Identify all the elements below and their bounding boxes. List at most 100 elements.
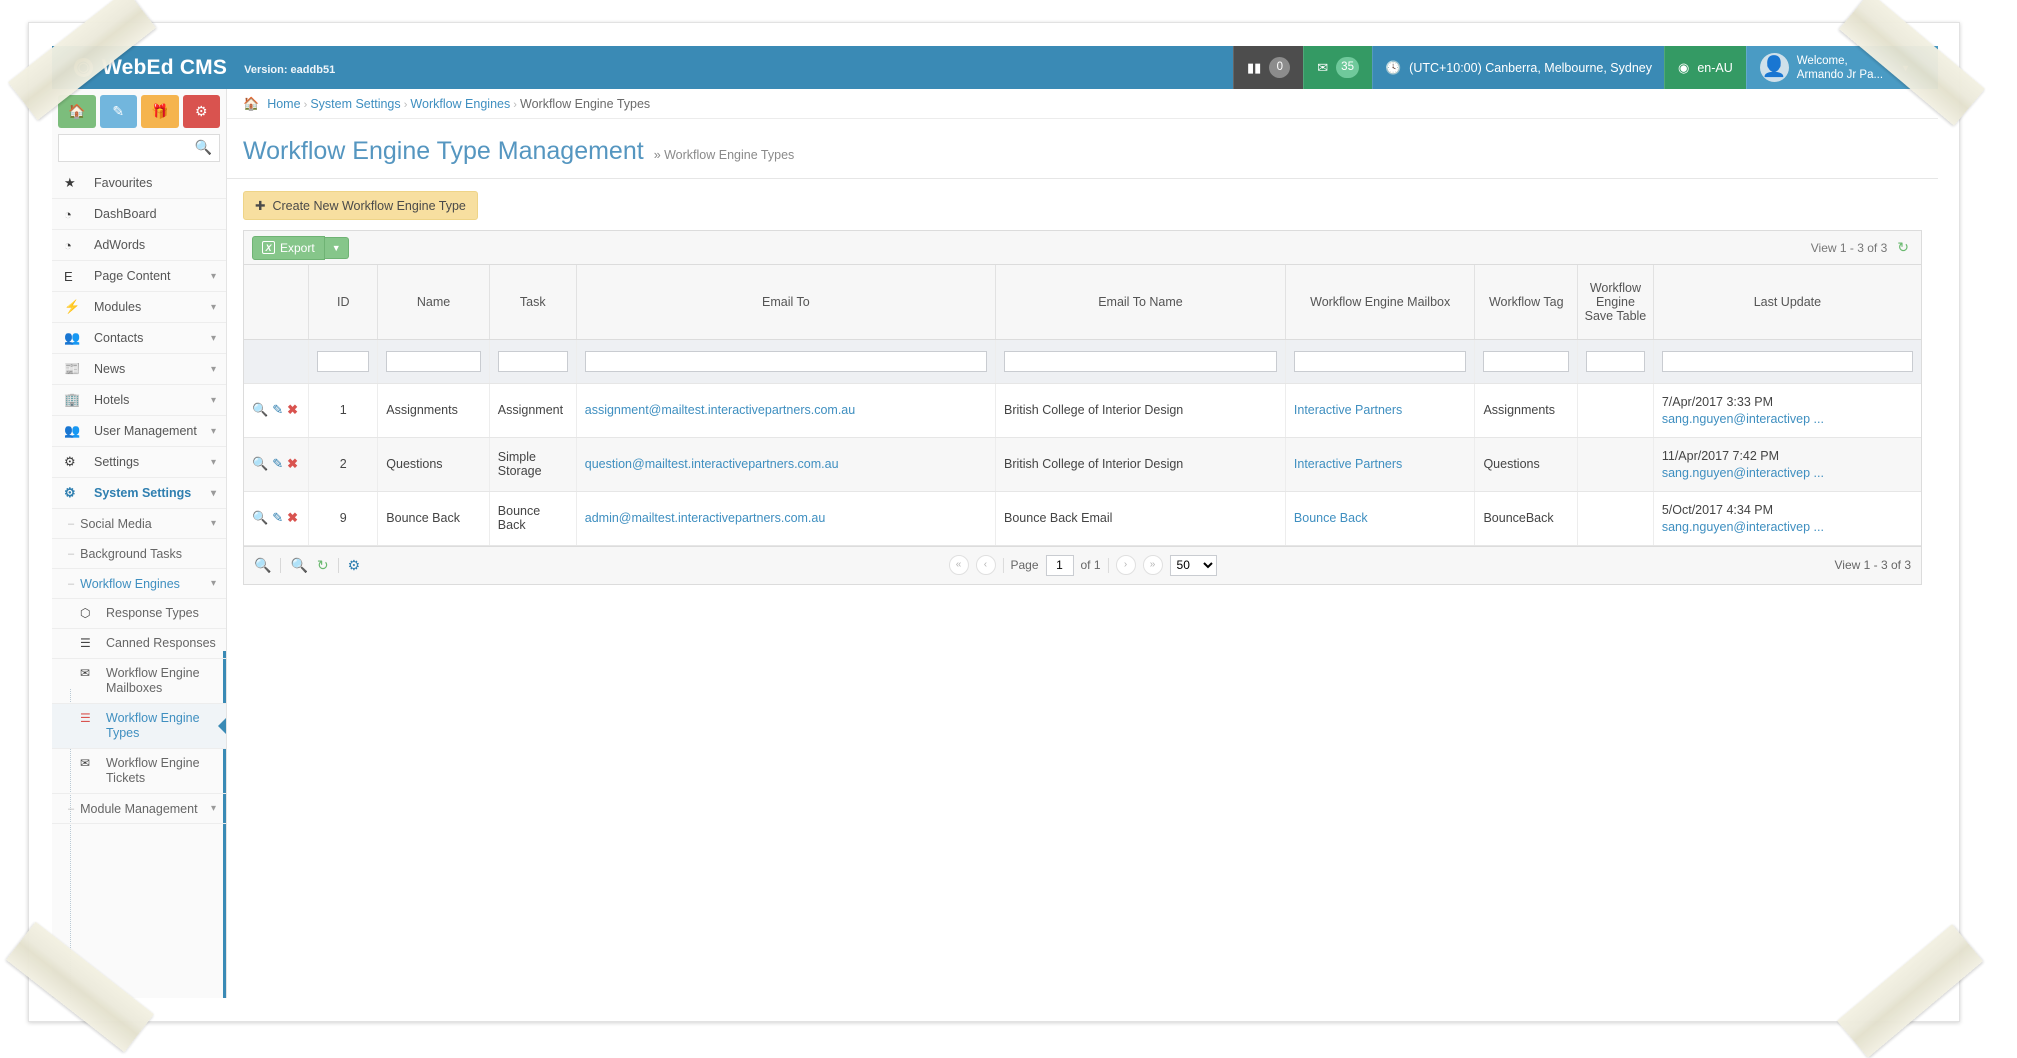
column-header-task[interactable]: Task (489, 265, 576, 339)
column-header-actions[interactable] (244, 265, 309, 339)
sidebar-item-contacts[interactable]: 👥Contacts▾ (52, 323, 226, 354)
mailbox-link[interactable]: Bounce Back (1294, 511, 1368, 525)
column-header-email-to-name[interactable]: Email To Name (996, 265, 1286, 339)
column-header-name[interactable]: Name (378, 265, 490, 339)
page-of-label: of 1 (1081, 558, 1101, 572)
cell-last-update: 11/Apr/2017 7:42 PMsang.nguyen@interacti… (1653, 437, 1921, 491)
close-icon[interactable]: ✖ (287, 456, 298, 471)
export-label: Export (280, 241, 315, 255)
sidebar-leaf-workflow-engine-types[interactable]: ☰Workflow Engine Types (52, 704, 226, 749)
column-header-last-update[interactable]: Last Update (1653, 265, 1921, 339)
sidebar-item-hotels[interactable]: 🏢Hotels▾ (52, 385, 226, 416)
mailbox-link[interactable]: Interactive Partners (1294, 403, 1402, 417)
search-icon[interactable]: 🔍 (195, 139, 212, 156)
home-tile[interactable]: 🏠 (58, 95, 96, 128)
page-label: Page (1010, 558, 1038, 572)
sidebar-item-news[interactable]: 📰News▾ (52, 354, 226, 385)
star-icon: ★ (64, 175, 86, 191)
timezone-display[interactable]: 🕓 (UTC+10:00) Canberra, Melbourne, Sydne… (1372, 46, 1664, 89)
sidebar-item-user-management[interactable]: 👥User Management▾ (52, 416, 226, 447)
export-dropdown-toggle[interactable]: ▼ (325, 237, 349, 259)
close-icon[interactable]: ✖ (287, 402, 298, 417)
sidebar-subitem-workflow-engines[interactable]: –Workflow Engines▾ (52, 569, 226, 599)
sidebar-leaf-label: Response Types (100, 606, 218, 621)
column-header-workflow-engine-save-table[interactable]: Workflow Engine Save Table (1578, 265, 1654, 339)
close-icon[interactable]: ✖ (287, 510, 298, 525)
edit-tile[interactable]: ✎ (100, 95, 138, 128)
filter-input-name[interactable] (386, 351, 481, 372)
filter-input-email-to[interactable] (585, 351, 987, 372)
pencil-icon[interactable]: ✎ (272, 402, 283, 417)
mail-button[interactable]: ✉ 35 (1303, 46, 1372, 89)
sidebar-item-modules[interactable]: ⚡Modules▾ (52, 292, 226, 323)
sidebar-item-favourites[interactable]: ★Favourites (52, 168, 226, 199)
refresh-icon[interactable]: ↻ (317, 557, 329, 574)
sidebar-leaf-canned-responses[interactable]: ☰Canned Responses (52, 629, 226, 659)
pencil-icon[interactable]: ✎ (272, 456, 283, 471)
filter-input-task[interactable] (498, 351, 568, 372)
export-button[interactable]: X Export (252, 236, 325, 260)
page-size-select[interactable]: 102050100 (1170, 555, 1217, 576)
pencil-icon: ✎ (112, 103, 124, 120)
column-header-workflow-engine-mailbox[interactable]: Workflow Engine Mailbox (1285, 265, 1475, 339)
sidebar-subitem-module-management[interactable]: –Module Management▾ (52, 794, 226, 824)
prev-page-button[interactable]: ‹ (975, 555, 995, 575)
filter-input-workflow-engine-save-table[interactable] (1586, 351, 1645, 372)
sidebar-leaf-workflow-engine-tickets[interactable]: ✉Workflow Engine Tickets (52, 749, 226, 794)
table-row[interactable]: 🔍✎✖9Bounce BackBounce Backadmin@mailtest… (244, 491, 1921, 545)
cell-name: Bounce Back (378, 491, 490, 545)
messages-button[interactable]: ▮▮ 0 (1233, 46, 1303, 89)
table-row[interactable]: 🔍✎✖2QuestionsSimple Storagequestion@mail… (244, 437, 1921, 491)
search-icon[interactable]: 🔍 (252, 456, 268, 471)
sidebar-leaf-workflow-engine-mailboxes[interactable]: ✉Workflow Engine Mailboxes (52, 659, 226, 704)
zoom-icon[interactable]: 🔍 (254, 557, 271, 574)
sidebar-item-adwords[interactable]: ◔AdWords (52, 230, 226, 261)
settings-tile[interactable]: ⚙ (183, 95, 221, 128)
search-icon[interactable]: 🔍 (252, 402, 268, 417)
table-row[interactable]: 🔍✎✖1AssignmentsAssignmentassignment@mail… (244, 383, 1921, 437)
sidebar-nav: ★Favourites◔DashBoard◔AdWords὜EPage Cont… (52, 168, 226, 824)
package-tile[interactable]: 🎁 (141, 95, 179, 128)
page-number-input[interactable] (1046, 555, 1074, 576)
chevron-down-icon: ▾ (211, 364, 216, 375)
sidebar-item-page-content[interactable]: ὜EPage Content▾ (52, 261, 226, 292)
sidebar-item-settings[interactable]: ⚙Settings▾ (52, 447, 226, 478)
filter-input-workflow-engine-mailbox[interactable] (1294, 351, 1467, 372)
last-page-button[interactable]: » (1143, 555, 1163, 575)
filter-input-workflow-tag[interactable] (1483, 351, 1569, 372)
column-header-workflow-tag[interactable]: Workflow Tag (1475, 265, 1578, 339)
cell-name: Questions (378, 437, 490, 491)
topbar-right-group: ▮▮ 0 ✉ 35 🕓 (UTC+10:00) Canberra, Melbou… (1233, 46, 1938, 89)
column-header-email-to[interactable]: Email To (576, 265, 995, 339)
first-page-button[interactable]: « (948, 555, 968, 575)
chevron-down-icon: ▾ (211, 457, 216, 468)
breadcrumb-item-home[interactable]: Home (267, 97, 300, 111)
filter-cell (1285, 339, 1475, 383)
last-update-user: sang.nguyen@interactivep ... (1662, 412, 1913, 426)
gear-icon[interactable]: ⚙ (348, 557, 361, 574)
search-icon[interactable]: 🔍 (252, 510, 268, 525)
sidebar-leaf-label: Workflow Engine Types (100, 711, 218, 741)
refresh-icon[interactable]: ↻ (1897, 239, 1909, 256)
search-icon[interactable]: 🔍 (290, 557, 307, 574)
email-to-link[interactable]: admin@mailtest.interactivepartners.com.a… (585, 511, 826, 525)
mailbox-link[interactable]: Interactive Partners (1294, 457, 1402, 471)
next-page-button[interactable]: › (1116, 555, 1136, 575)
sidebar-leaf-label: Workflow Engine Mailboxes (100, 666, 218, 696)
email-to-link[interactable]: assignment@mailtest.interactivepartners.… (585, 403, 855, 417)
language-selector[interactable]: ◉ en-AU (1664, 46, 1746, 89)
sidebar-item-dashboard[interactable]: ◔DashBoard (52, 199, 226, 230)
column-header-id[interactable]: ID (309, 265, 378, 339)
filter-input-id[interactable] (317, 351, 369, 372)
filter-input-last-update[interactable] (1662, 351, 1913, 372)
sidebar-item-system-settings[interactable]: ⚙System Settings▾ (52, 478, 226, 509)
breadcrumb-item-workflow-engines[interactable]: Workflow Engines (410, 97, 510, 111)
filter-input-email-to-name[interactable] (1004, 351, 1277, 372)
email-to-link[interactable]: question@mailtest.interactivepartners.co… (585, 457, 839, 471)
create-new-workflow-engine-type-button[interactable]: ✚ Create New Workflow Engine Type (243, 191, 478, 220)
pencil-icon[interactable]: ✎ (272, 510, 283, 525)
sidebar-subitem-social-media[interactable]: –Social Media▾ (52, 509, 226, 539)
sidebar-subitem-background-tasks[interactable]: –Background Tasks (52, 539, 226, 569)
breadcrumb-item-system-settings[interactable]: System Settings (310, 97, 400, 111)
sidebar-leaf-response-types[interactable]: ⬡Response Types (52, 599, 226, 629)
